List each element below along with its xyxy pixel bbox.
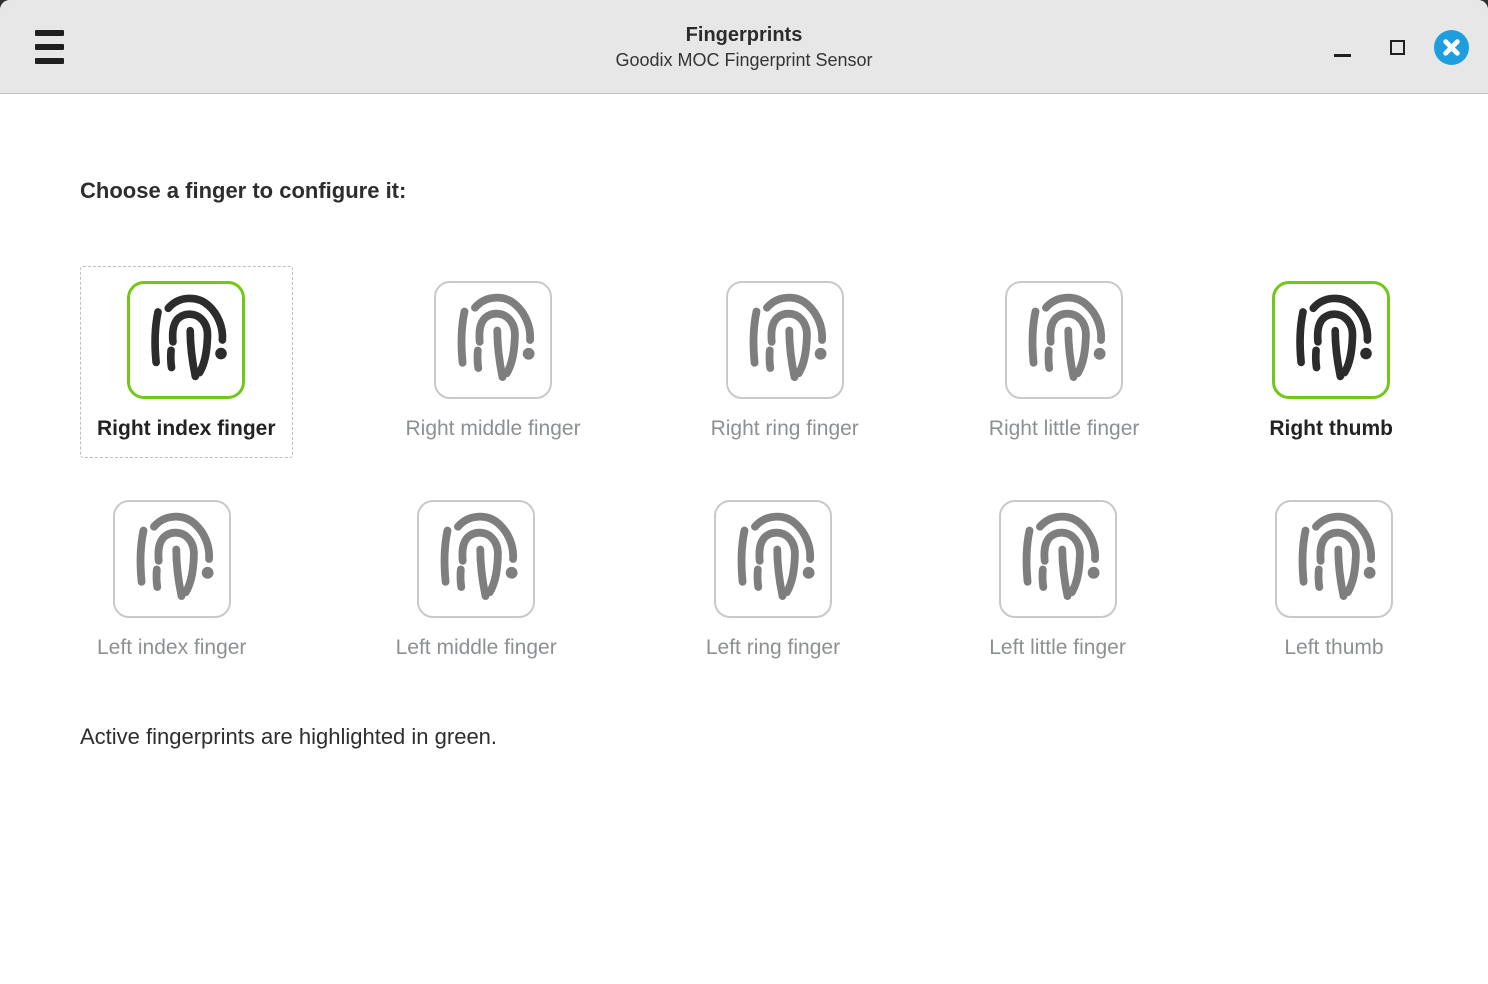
minimize-icon bbox=[1334, 54, 1351, 57]
header-titles: Fingerprints Goodix MOC Fingerprint Sens… bbox=[615, 22, 872, 72]
fingerprint-icon-box bbox=[127, 281, 245, 399]
finger-row-left-hand: Left index finger Left middle finger bbox=[80, 485, 1410, 677]
fingerprint-icon-box bbox=[714, 500, 832, 618]
finger-label: Left index finger bbox=[97, 634, 246, 661]
active-fingerprints-note: Active fingerprints are highlighted in g… bbox=[80, 723, 1488, 751]
finger-row-right-hand: Right index finger Right middle finger bbox=[80, 266, 1410, 458]
finger-button-left-thumb[interactable]: Left thumb bbox=[1258, 485, 1410, 677]
maximize-button[interactable] bbox=[1379, 29, 1415, 65]
finger-button-right-thumb[interactable]: Right thumb bbox=[1252, 266, 1410, 458]
close-icon bbox=[1434, 30, 1469, 65]
window-subtitle: Goodix MOC Fingerprint Sensor bbox=[615, 48, 872, 72]
finger-label: Right middle finger bbox=[405, 415, 580, 442]
hamburger-icon bbox=[35, 44, 64, 50]
finger-button-right-middle-finger[interactable]: Right middle finger bbox=[388, 266, 597, 458]
fingerprint-icon bbox=[1275, 284, 1387, 396]
fingerprint-icon bbox=[130, 284, 242, 396]
fingerprint-icon-box bbox=[726, 281, 844, 399]
finger-label: Left middle finger bbox=[396, 634, 557, 661]
finger-button-right-index-finger[interactable]: Right index finger bbox=[80, 266, 293, 458]
finger-label: Right little finger bbox=[989, 415, 1140, 442]
page-title: Choose a finger to configure it: bbox=[80, 177, 1488, 205]
fingerprint-icon-box bbox=[434, 281, 552, 399]
finger-label: Right index finger bbox=[97, 415, 276, 442]
window-title: Fingerprints bbox=[615, 22, 872, 48]
close-button[interactable] bbox=[1434, 30, 1469, 65]
menu-button[interactable] bbox=[33, 29, 67, 65]
fingerprints-window: Fingerprints Goodix MOC Fingerprint Sens… bbox=[0, 0, 1488, 984]
hamburger-icon bbox=[35, 58, 64, 64]
fingerprint-icon-box bbox=[1005, 281, 1123, 399]
fingerprint-icon bbox=[1001, 502, 1115, 616]
finger-label: Right thumb bbox=[1269, 415, 1393, 442]
finger-button-left-little-finger[interactable]: Left little finger bbox=[972, 485, 1143, 677]
fingerprint-icon-box bbox=[999, 500, 1117, 618]
fingerprint-icon-box bbox=[1275, 500, 1393, 618]
fingerprint-icon bbox=[419, 502, 533, 616]
fingerprint-icon-box bbox=[1272, 281, 1390, 399]
fingerprint-icon bbox=[436, 283, 550, 397]
fingerprint-icon bbox=[1277, 502, 1391, 616]
fingerprint-icon bbox=[728, 283, 842, 397]
maximize-icon bbox=[1390, 40, 1405, 55]
fingerprint-icon bbox=[115, 502, 229, 616]
finger-button-left-middle-finger[interactable]: Left middle finger bbox=[379, 485, 574, 677]
fingerprint-icon-box bbox=[417, 500, 535, 618]
finger-label: Left ring finger bbox=[706, 634, 840, 661]
content-area: Choose a finger to configure it: Right i… bbox=[0, 94, 1488, 984]
finger-button-right-little-finger[interactable]: Right little finger bbox=[972, 266, 1157, 458]
header-bar: Fingerprints Goodix MOC Fingerprint Sens… bbox=[0, 0, 1488, 94]
finger-label: Right ring finger bbox=[711, 415, 859, 442]
finger-button-right-ring-finger[interactable]: Right ring finger bbox=[694, 266, 876, 458]
finger-label: Left thumb bbox=[1284, 634, 1383, 661]
hamburger-icon bbox=[35, 30, 64, 36]
fingerprint-icon bbox=[716, 502, 830, 616]
fingerprint-icon-box bbox=[113, 500, 231, 618]
window-controls bbox=[1324, 0, 1469, 94]
minimize-button[interactable] bbox=[1324, 29, 1360, 65]
finger-label: Left little finger bbox=[989, 634, 1126, 661]
fingerprint-icon bbox=[1007, 283, 1121, 397]
finger-button-left-index-finger[interactable]: Left index finger bbox=[80, 485, 263, 677]
finger-button-left-ring-finger[interactable]: Left ring finger bbox=[689, 485, 857, 677]
